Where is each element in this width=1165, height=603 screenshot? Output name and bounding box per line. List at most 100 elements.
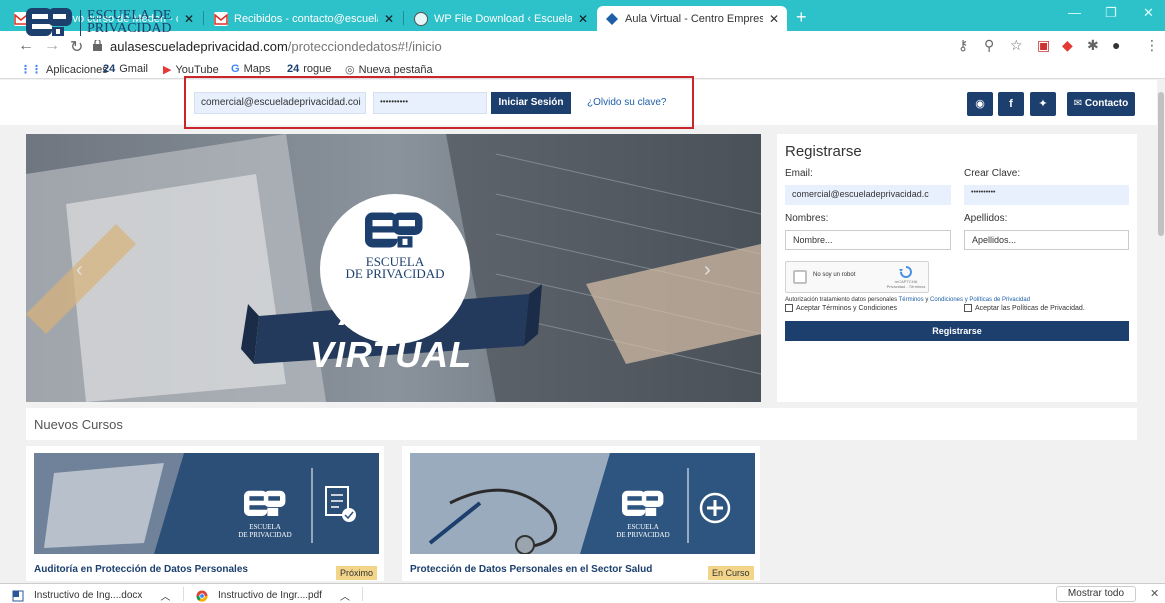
course-title[interactable]: Auditoría en Protección de Datos Persona…	[34, 564, 248, 575]
login-button[interactable]: Iniciar Sesión	[491, 92, 571, 114]
menu-icon[interactable]: ⋮	[1145, 37, 1159, 54]
terms-prefix: Autorización tratamiento datos personale…	[785, 297, 898, 303]
extension-icon[interactable]: ▣	[1037, 37, 1050, 54]
back-icon[interactable]: ←	[18, 37, 34, 55]
zoom-icon[interactable]: ⚲	[984, 37, 994, 54]
terms-link[interactable]: Términos	[899, 297, 924, 303]
download-item-docx[interactable]: Instructivo de Ing....docx ︿	[12, 588, 170, 603]
course-image-graphic	[34, 453, 379, 554]
login-email-input[interactable]: comercial@escueladeprivacidad.coi	[194, 92, 366, 114]
accept-policies-checkbox[interactable]: Aceptar las Políticas de Privacidad.	[964, 304, 1085, 312]
reload-icon[interactable]: ↻	[70, 37, 83, 57]
bookmark-rogue[interactable]: 24 rogue	[287, 63, 331, 75]
close-shelf-icon[interactable]: ✕	[1150, 587, 1159, 600]
register-names-input[interactable]: Nombre...	[785, 230, 951, 250]
bookmark-label: YouTube	[175, 63, 219, 76]
tab-label: WP File Download ‹ Escuela de	[434, 12, 572, 25]
recaptcha-links: Privacidad - Términos	[886, 284, 926, 289]
course-card[interactable]: ESCUELA DE PRIVACIDAD Auditoría en Prote…	[26, 446, 384, 581]
download-label: Instructivo de Ingr....pdf	[218, 590, 322, 601]
tab-label: Aula Virtual - Centro Empresarial	[625, 12, 763, 25]
extensions-puzzle-icon[interactable]: ✱	[1087, 37, 1099, 54]
register-button[interactable]: Registrarse	[785, 321, 1129, 341]
youtube-icon: ▶	[163, 64, 172, 76]
bookmark-gmail[interactable]: 24 Gmail	[103, 63, 148, 75]
slider-next-icon[interactable]: ›	[704, 259, 711, 282]
badge-24-icon: 24	[103, 63, 116, 75]
checkbox-box[interactable]	[964, 304, 972, 312]
url-field[interactable]: aulasescueladeprivacidad.com/protecciond…	[110, 39, 442, 54]
course-logo-text: ESCUELA DE PRIVACIDAD	[232, 523, 298, 539]
chevron-up-icon[interactable]: ︿	[340, 588, 350, 603]
close-icon[interactable]: ✕	[184, 12, 194, 26]
slider-prev-icon[interactable]: ‹	[76, 259, 83, 282]
course-logo-line2: DE PRIVACIDAD	[616, 531, 670, 539]
logo-line2: PRIVACIDAD	[87, 21, 172, 36]
register-email-label: Email:	[785, 168, 813, 179]
close-icon[interactable]: ✕	[578, 12, 588, 26]
key-icon[interactable]: ⚷	[958, 37, 968, 54]
checkbox-box[interactable]	[785, 304, 793, 312]
download-divider	[183, 587, 184, 601]
minimize-icon[interactable]: —	[1068, 5, 1081, 20]
instagram-icon[interactable]: ◉	[967, 92, 993, 116]
tab-aula-virtual[interactable]: Aula Virtual - Centro Empresarial ✕	[597, 6, 787, 31]
accept-policies-label: Aceptar las Políticas de Privacidad.	[975, 304, 1085, 312]
accept-terms-label: Aceptar Términos y Condiciones	[796, 304, 898, 312]
forgot-password-link[interactable]: ¿Olvido su clave?	[587, 97, 666, 108]
chevron-up-icon[interactable]: ︿	[160, 588, 170, 603]
bookmark-youtube[interactable]: ▶ YouTube	[163, 63, 219, 77]
course-logo-line1: ESCUELA	[249, 523, 281, 531]
lock-icon	[93, 40, 102, 51]
privacy-policy-link[interactable]: Condiciones y Políticas de Privacidad	[930, 297, 1030, 303]
status-badge: En Curso	[708, 566, 754, 580]
register-email-input[interactable]: comercial@escueladeprivacidad.c	[785, 185, 951, 205]
new-tab-button[interactable]: +	[796, 7, 807, 28]
terms-notice: Autorización tratamiento datos personale…	[785, 297, 1030, 303]
contact-button[interactable]: ✉ Contacto	[1067, 92, 1135, 116]
recaptcha-checkbox[interactable]	[793, 270, 807, 284]
twitter-icon[interactable]: ✦	[1030, 92, 1056, 116]
word-icon	[12, 590, 24, 602]
logo-icon[interactable]	[26, 6, 74, 38]
close-icon[interactable]: ✕	[384, 12, 394, 26]
bookmark-star-icon[interactable]: ☆	[1010, 37, 1023, 54]
accept-terms-checkbox[interactable]: Aceptar Términos y Condiciones	[785, 304, 897, 312]
register-surnames-input[interactable]: Apellidos...	[964, 230, 1129, 250]
tab-wp-file-download[interactable]: WP File Download ‹ Escuela de ✕	[406, 6, 596, 31]
forward-icon[interactable]: →	[44, 37, 60, 55]
register-title: Registrarse	[785, 143, 862, 160]
close-icon[interactable]: ✕	[769, 12, 779, 26]
course-title[interactable]: Protección de Datos Personales en el Sec…	[410, 564, 652, 575]
course-logo-line1: ESCUELA	[627, 523, 659, 531]
courses-header: Nuevos Cursos	[26, 408, 1137, 440]
show-all-downloads-button[interactable]: Mostrar todo	[1056, 586, 1136, 602]
login-password-input[interactable]: ••••••••••	[373, 92, 487, 114]
close-window-icon[interactable]: ✕	[1143, 5, 1154, 21]
tab-divider	[203, 11, 204, 25]
bookmark-maps[interactable]: G Maps	[231, 63, 270, 75]
facebook-icon[interactable]: f	[998, 92, 1024, 116]
bookmark-label: Nueva pestaña	[358, 63, 433, 76]
register-password-label: Crear Clave:	[964, 168, 1021, 179]
scrollbar-thumb[interactable]	[1158, 92, 1164, 236]
site-icon	[605, 12, 619, 26]
bookmark-nueva-pestana[interactable]: ◎ Nueva pestaña	[345, 63, 433, 77]
globe-icon: ◎	[345, 64, 355, 76]
address-bar: ← → ↻ aulasescueladeprivacidad.com/prote…	[0, 31, 1165, 61]
profile-avatar-icon[interactable]: ●	[1112, 37, 1120, 53]
download-label: Instructivo de Ing....docx	[34, 590, 143, 601]
tab-label: Recibidos - contacto@escuelade	[234, 12, 378, 25]
badge-24-icon: 24	[287, 63, 300, 75]
bookmark-apps[interactable]: ⋮⋮ Aplicaciones	[20, 63, 108, 77]
tab-recibidos[interactable]: Recibidos - contacto@escuelade ✕	[206, 6, 402, 31]
hero-slider[interactable]: ESCUELA DE PRIVACIDAD AULA VIRTUAL ‹ ›	[26, 134, 761, 402]
ublock-icon[interactable]: ◆	[1062, 37, 1073, 54]
bookmark-label: Maps	[243, 63, 271, 75]
download-item-pdf[interactable]: Instructivo de Ingr....pdf ︿	[196, 588, 350, 603]
course-card[interactable]: ESCUELA DE PRIVACIDAD Protección de Dato…	[402, 446, 760, 581]
recaptcha-widget[interactable]: No soy un robot reCAPTCHA Privacidad - T…	[785, 261, 929, 293]
logo-divider	[80, 10, 81, 36]
register-password-input[interactable]: ••••••••••	[964, 185, 1129, 205]
maximize-icon[interactable]: ❐	[1105, 5, 1117, 21]
